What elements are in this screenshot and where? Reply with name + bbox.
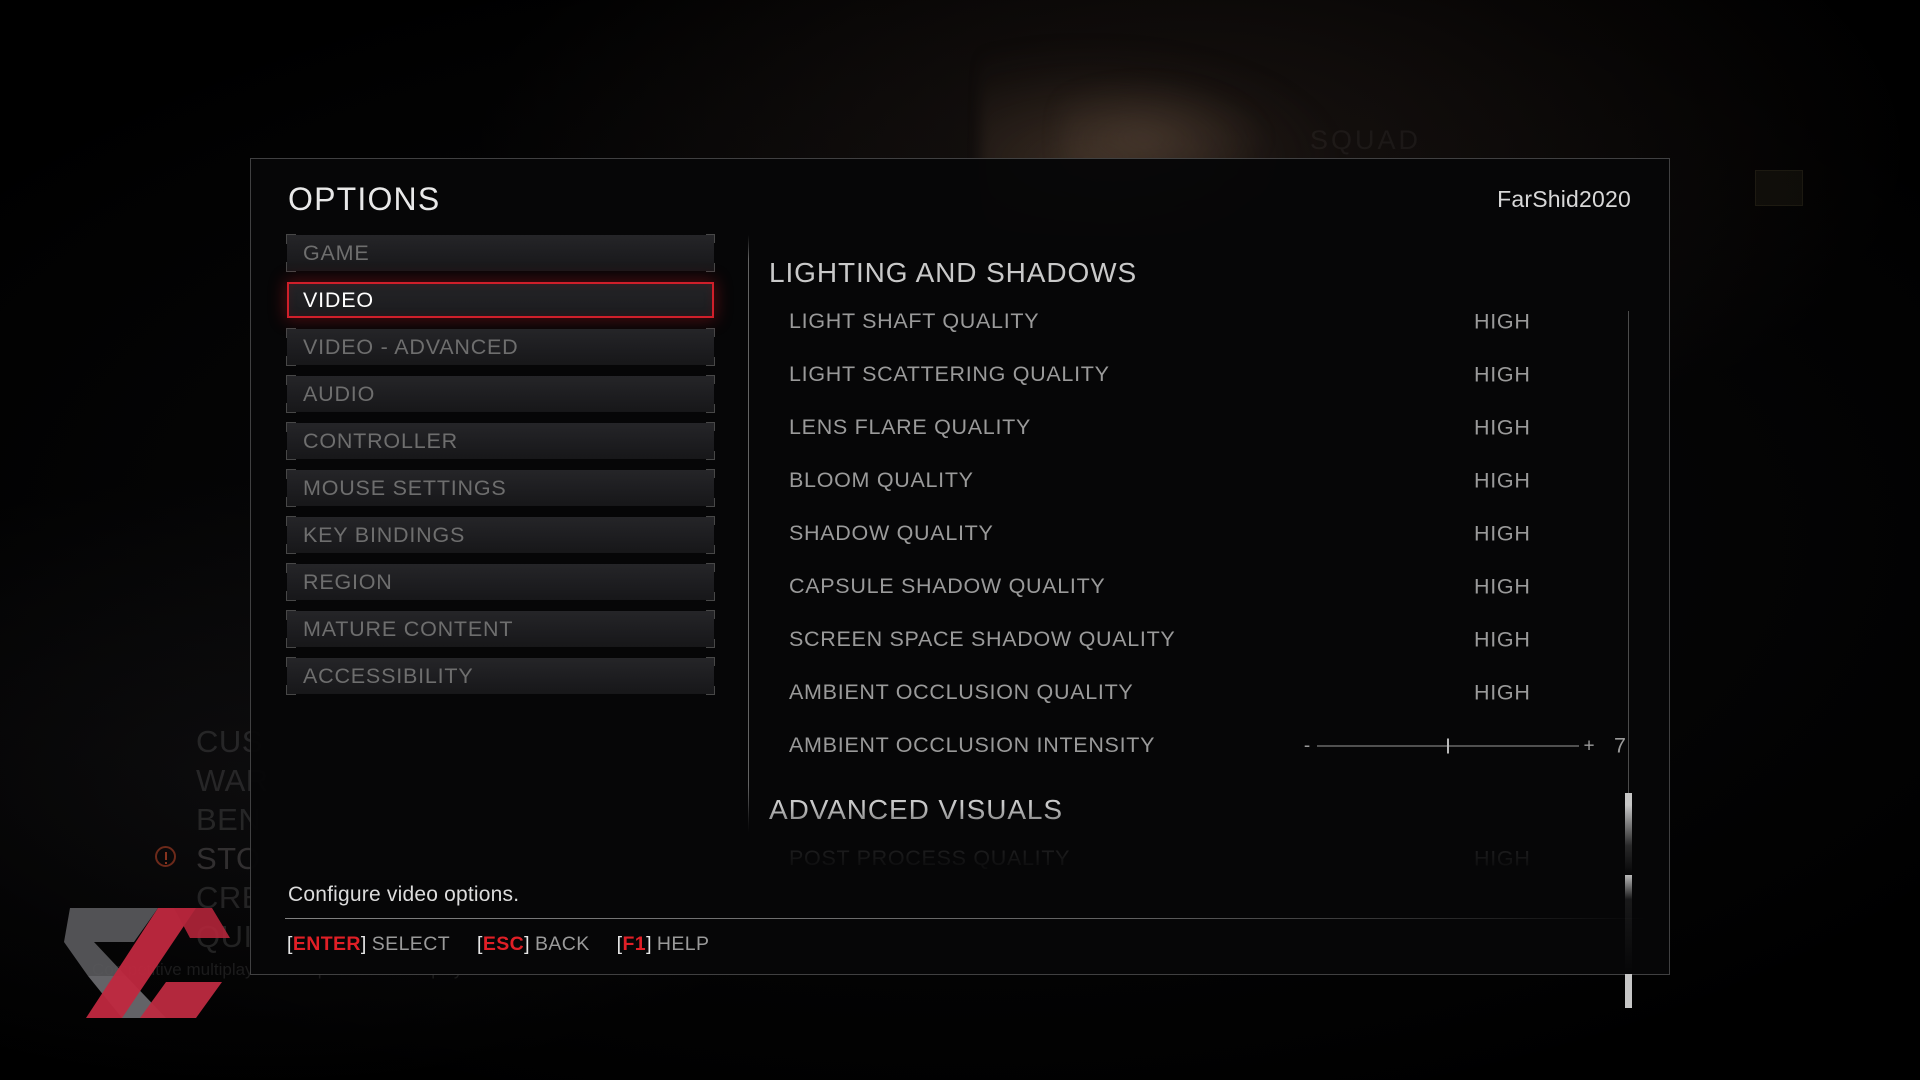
key-hint-select[interactable]: [ENTER] SELECT (287, 933, 450, 956)
setting-row-light-scattering-quality[interactable]: LIGHT SCATTERING QUALITY HIGH (768, 348, 1655, 401)
options-dialog: OPTIONS FarShid2020 GAME VIDEO VIDEO - A… (250, 158, 1670, 1008)
sidebar-item-label: KEY BINDINGS (303, 522, 466, 547)
slider-increase-icon[interactable]: + (1582, 736, 1596, 755)
setting-row-post-process-quality[interactable]: POST PROCESS QUALITY HIGH (768, 832, 1655, 875)
sidebar-item-mouse-settings[interactable]: MOUSE SETTINGS (286, 469, 715, 507)
section-heading-advanced-visuals: ADVANCED VISUALS (769, 794, 1063, 825)
key-action: HELP (656, 933, 710, 955)
sidebar-item-key-bindings[interactable]: KEY BINDINGS (286, 516, 715, 554)
sidebar-item-label: ACCESSIBILITY (303, 663, 474, 688)
setting-value: HIGH (1474, 680, 1531, 704)
setting-row-screen-space-shadow-quality[interactable]: SCREEN SPACE SHADOW QUALITY HIGH (768, 613, 1655, 666)
username-label: FarShid2020 (1497, 186, 1631, 212)
settings-pane: LIGHTING AND SHADOWS LIGHT SHAFT QUALITY… (768, 235, 1655, 875)
sidebar-item-game[interactable]: GAME (286, 234, 715, 272)
footer-divider (285, 918, 1647, 919)
setting-row-ambient-occlusion-quality[interactable]: AMBIENT OCCLUSION QUALITY HIGH (768, 666, 1655, 719)
setting-row-ambient-occlusion-intensity[interactable]: AMBIENT OCCLUSION INTENSITY - + 7 (768, 719, 1655, 772)
setting-label: POST PROCESS QUALITY (789, 846, 1071, 870)
sidebar-item-label: REGION (303, 569, 393, 594)
sidebar-item-controller[interactable]: CONTROLLER (286, 422, 715, 460)
sidebar-item-label: AUDIO (303, 381, 376, 406)
dialog-body: GAME VIDEO VIDEO - ADVANCED AUDIO CONTRO… (251, 234, 1669, 1008)
setting-label: BLOOM QUALITY (789, 468, 974, 492)
slider-track[interactable] (1317, 738, 1579, 753)
setting-value: HIGH (1474, 846, 1531, 870)
background-squad-label: SQUAD (1310, 125, 1422, 155)
setting-row-light-shaft-quality[interactable]: LIGHT SHAFT QUALITY HIGH (768, 295, 1655, 348)
setting-label: AMBIENT OCCLUSION INTENSITY (789, 733, 1156, 757)
alert-icon (155, 846, 176, 867)
setting-label: LIGHT SHAFT QUALITY (789, 309, 1040, 333)
setting-label: SCREEN SPACE SHADOW QUALITY (789, 627, 1176, 651)
dialog-footer: Configure video options. [ENTER] SELECT [… (251, 873, 1669, 974)
setting-label: LIGHT SCATTERING QUALITY (789, 362, 1110, 386)
background-hud-box (1755, 170, 1803, 206)
setting-row-capsule-shadow-quality[interactable]: CAPSULE SHADOW QUALITY HIGH (768, 560, 1655, 613)
ambient-occlusion-intensity-slider[interactable]: - + 7 (1300, 733, 1626, 758)
panel-divider (748, 235, 749, 833)
setting-value: HIGH (1474, 362, 1531, 386)
sidebar-item-label: MATURE CONTENT (303, 616, 514, 641)
footer-key-hints: [ENTER] SELECT [ESC] BACK [F1] HELP (287, 933, 709, 956)
setting-label: LENS FLARE QUALITY (789, 415, 1032, 439)
key-label: ENTER (292, 933, 361, 955)
setting-value: HIGH (1474, 574, 1531, 598)
setting-label: CAPSULE SHADOW QUALITY (789, 574, 1106, 598)
options-sidebar: GAME VIDEO VIDEO - ADVANCED AUDIO CONTRO… (286, 234, 715, 705)
sidebar-item-label: MOUSE SETTINGS (303, 475, 507, 500)
sidebar-item-mature-content[interactable]: MATURE CONTENT (286, 610, 715, 648)
sidebar-item-label: CONTROLLER (303, 428, 458, 453)
slider-decrease-icon[interactable]: - (1300, 736, 1314, 755)
sidebar-item-accessibility[interactable]: ACCESSIBILITY (286, 657, 715, 695)
setting-label: AMBIENT OCCLUSION QUALITY (789, 680, 1134, 704)
setting-row-shadow-quality[interactable]: SHADOW QUALITY HIGH (768, 507, 1655, 560)
dialog-header: OPTIONS FarShid2020 (251, 159, 1669, 235)
key-label: F1 (622, 933, 647, 955)
setting-label: SHADOW QUALITY (789, 521, 994, 545)
sidebar-item-region[interactable]: REGION (286, 563, 715, 601)
key-hint-help[interactable]: [F1] HELP (617, 933, 710, 956)
sidebar-item-label: VIDEO - ADVANCED (303, 334, 519, 359)
slider-value: 7 (1614, 733, 1626, 757)
sidebar-item-audio[interactable]: AUDIO (286, 375, 715, 413)
key-hint-back[interactable]: [ESC] BACK (477, 933, 590, 956)
key-action: BACK (534, 933, 590, 955)
setting-row-lens-flare-quality[interactable]: LENS FLARE QUALITY HIGH (768, 401, 1655, 454)
setting-value: HIGH (1474, 521, 1531, 545)
setting-value: HIGH (1474, 468, 1531, 492)
sidebar-item-video[interactable]: VIDEO (287, 282, 714, 318)
sidebar-item-video-advanced[interactable]: VIDEO - ADVANCED (286, 328, 715, 366)
slider-thumb[interactable] (1447, 738, 1449, 753)
setting-value: HIGH (1474, 627, 1531, 651)
page-title: OPTIONS (288, 181, 441, 217)
setting-value: HIGH (1474, 309, 1531, 333)
key-label: ESC (482, 933, 525, 955)
sidebar-item-label: VIDEO (303, 287, 374, 312)
setting-value: HIGH (1474, 415, 1531, 439)
setting-row-bloom-quality[interactable]: BLOOM QUALITY HIGH (768, 454, 1655, 507)
game-screen: SQUAD CUS WAR BEN STO CRE QUI Competitiv… (0, 0, 1920, 1080)
key-action: SELECT (371, 933, 451, 955)
section-heading-lighting-and-shadows: LIGHTING AND SHADOWS (769, 257, 1138, 288)
footer-description: Configure video options. (288, 883, 520, 906)
zoomit-watermark-logo (62, 886, 247, 1036)
sidebar-item-label: GAME (303, 240, 370, 265)
